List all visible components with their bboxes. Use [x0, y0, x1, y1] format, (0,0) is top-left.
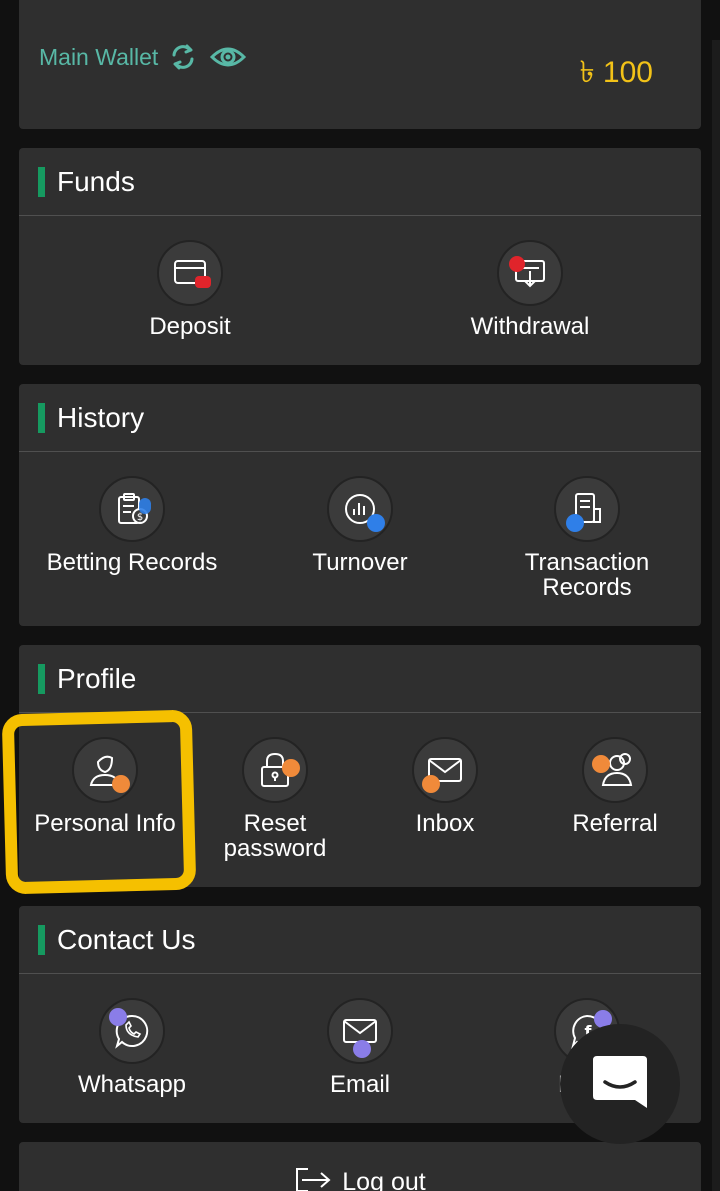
referral-button[interactable]: Referral [490, 737, 701, 836]
logout-icon [294, 1166, 334, 1191]
profile-card: Profile Personal Info Reset password Inb… [19, 645, 701, 887]
lock-icon [242, 737, 308, 803]
transaction-records-button[interactable]: Transaction Records [462, 476, 701, 600]
deposit-icon [157, 240, 223, 306]
reset-password-label-text: Reset password [223, 810, 327, 862]
section-accent [38, 402, 45, 433]
funds-title: Funds [57, 165, 135, 197]
betting-records-icon: $ [99, 476, 165, 542]
wallet-label: Main Wallet [39, 43, 159, 70]
funds-header: Funds [19, 148, 701, 216]
section-accent [38, 166, 45, 197]
funds-card: Funds Deposit Withdrawal [19, 148, 701, 365]
referral-label: Referral [572, 810, 658, 837]
section-accent [38, 924, 45, 955]
withdrawal-icon [497, 240, 563, 306]
withdrawal-label: Withdrawal [470, 313, 590, 340]
turnover-button[interactable]: Turnover [235, 476, 485, 575]
transaction-records-icon [554, 476, 620, 542]
envelope-icon [412, 737, 478, 803]
profile-title: Profile [57, 662, 137, 694]
chat-icon [591, 1052, 649, 1117]
wallet-info: Main Wallet [39, 42, 247, 72]
scrollbar-track [712, 40, 720, 1191]
betting-records-label: Betting Records [46, 549, 218, 576]
wallet-balance: ৳ 100 [579, 56, 653, 89]
history-card: History $ Betting Records Turnover Trans… [19, 384, 701, 626]
deposit-label: Deposit [149, 313, 231, 340]
contact-title: Contact Us [57, 923, 196, 955]
whatsapp-button[interactable]: Whatsapp [19, 998, 257, 1097]
logout-label: Log out [342, 1167, 426, 1191]
turnover-label: Turnover [312, 549, 408, 576]
email-button[interactable]: Email [235, 998, 485, 1097]
whatsapp-label: Whatsapp [77, 1071, 187, 1098]
wallet-card: Main Wallet ৳ 100 [19, 0, 701, 129]
turnover-icon [327, 476, 393, 542]
whatsapp-icon [99, 998, 165, 1064]
email-icon [327, 998, 393, 1064]
refresh-icon[interactable] [168, 42, 198, 72]
chat-button[interactable] [560, 1024, 680, 1144]
section-accent [38, 663, 45, 694]
deposit-button[interactable]: Deposit [65, 240, 315, 339]
logout-button[interactable]: Log out [19, 1142, 701, 1191]
email-label: Email [329, 1071, 390, 1098]
transaction-records-label: Transaction Records [462, 550, 701, 600]
betting-records-button[interactable]: $ Betting Records [19, 476, 257, 575]
profile-header: Profile [19, 645, 701, 713]
users-icon [582, 737, 648, 803]
history-header: History [19, 384, 701, 452]
withdrawal-button[interactable]: Withdrawal [405, 240, 655, 339]
history-title: History [57, 401, 145, 433]
person-icon [72, 737, 138, 803]
transaction-records-label-text: Transaction Records [524, 549, 650, 601]
contact-header: Contact Us [19, 906, 701, 974]
eye-icon[interactable] [210, 43, 247, 71]
